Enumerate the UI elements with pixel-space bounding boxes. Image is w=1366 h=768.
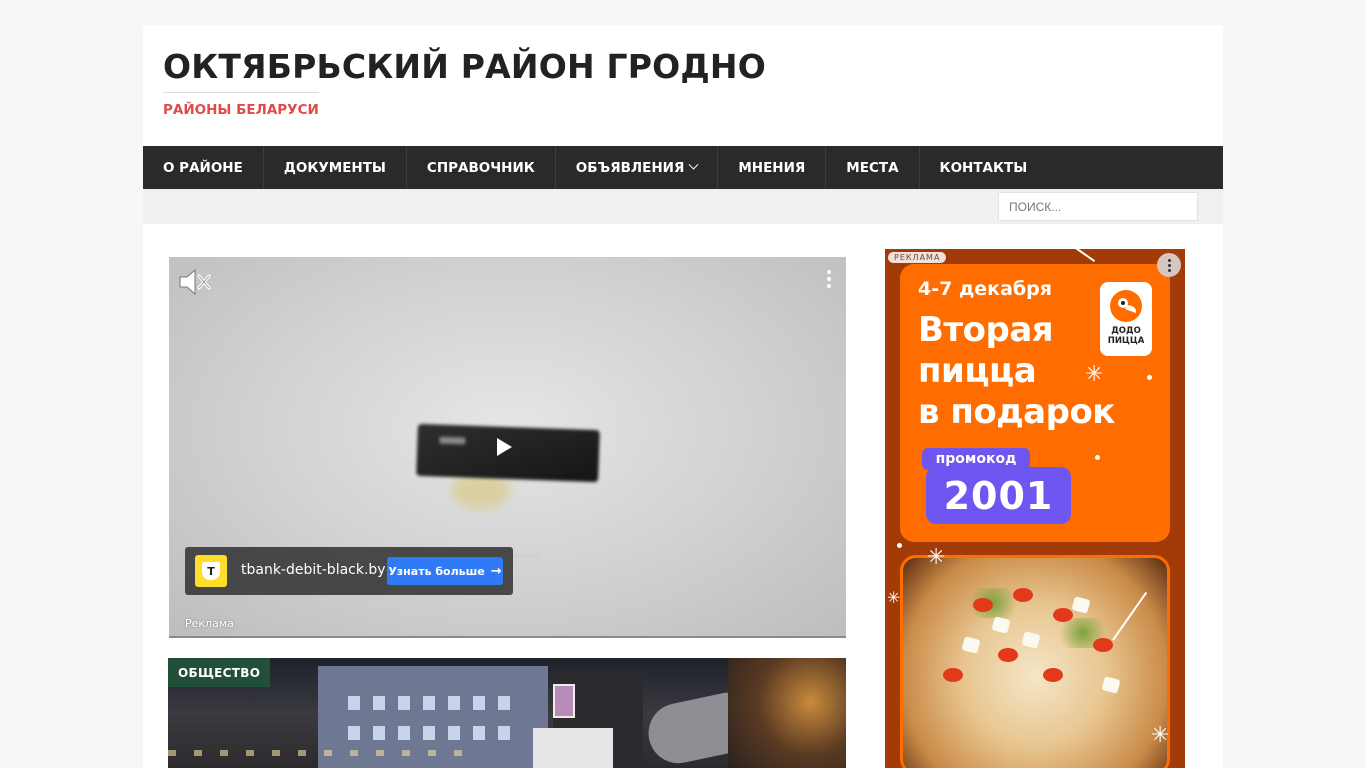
building-window <box>398 696 410 710</box>
play-icon[interactable] <box>497 438 512 456</box>
featured-article[interactable]: ОБЩЕСТВО <box>168 658 846 768</box>
main-nav: О РАЙОНЕ ДОКУМЕНТЫ СПРАВОЧНИК ОБЪЯВЛЕНИЯ… <box>143 146 1223 189</box>
building-window <box>448 696 460 710</box>
dodo-pizza-text: ДОДО ПИЦЦА <box>1100 326 1152 346</box>
dodo-bird-icon <box>1110 290 1142 322</box>
nav-item-ads[interactable]: ОБЪЯВЛЕНИЯ <box>556 146 719 189</box>
pizza-tomato <box>1043 668 1063 682</box>
article-image-billboard <box>553 684 575 718</box>
nav-item-label: СПРАВОЧНИК <box>426 159 535 176</box>
ad-label: Реклама <box>185 617 234 630</box>
dodo-text-line: ДОДО <box>1111 326 1141 336</box>
site-description: РАЙОНЫ БЕЛАРУСИ <box>163 92 319 118</box>
pizza-tomato <box>1093 638 1113 652</box>
promo-code: 2001 <box>926 467 1071 524</box>
pizza-cheese <box>1071 596 1091 614</box>
nav-item-about[interactable]: О РАЙОНЕ <box>143 146 264 189</box>
pizza-cheese <box>1101 676 1121 694</box>
category-badge[interactable]: ОБЩЕСТВО <box>168 658 271 687</box>
nav-item-label: МЕСТА <box>846 159 899 176</box>
nav-item-label: МНЕНИЯ <box>738 159 806 176</box>
pizza-tomato <box>943 668 963 682</box>
pizza-image <box>900 555 1170 768</box>
promo-headline-line: Вторая <box>918 310 1054 350</box>
search-input[interactable] <box>998 192 1198 221</box>
building-window <box>498 696 510 710</box>
snowflake-icon: ✳ <box>1151 723 1170 748</box>
chevron-down-icon <box>688 159 699 170</box>
promo-date: 4-7 декабря <box>918 278 1052 300</box>
dodo-pizza-logo: ДОДО ПИЦЦА <box>1100 282 1152 356</box>
snowflake-icon: ✳ <box>887 588 901 607</box>
pizza-tomato <box>1013 588 1033 602</box>
building-window <box>348 696 360 710</box>
article-image-light <box>728 658 846 768</box>
article-image-truck <box>533 728 613 768</box>
building-window <box>423 696 435 710</box>
site-title[interactable]: ОКТЯБРЬСКИЙ РАЙОН ГРОДНО <box>163 47 766 86</box>
nav-item-label: ОБЪЯВЛЕНИЯ <box>575 159 685 176</box>
nav-item-directory[interactable]: СПРАВОЧНИК <box>407 146 556 189</box>
video-faint-text: · · · · · · <box>515 553 539 560</box>
more-dot <box>1168 264 1171 267</box>
pizza-tomato <box>1053 608 1073 622</box>
nav-item-label: О РАЙОНЕ <box>163 159 243 176</box>
building-window <box>373 696 385 710</box>
promo-card: 4-7 декабря Вторая пицца в подарок ДОДО … <box>900 264 1170 542</box>
site-header: ОКТЯБРЬСКИЙ РАЙОН ГРОДНО РАЙОНЫ БЕЛАРУСИ <box>143 25 1223 146</box>
more-vertical-icon[interactable] <box>1157 253 1181 277</box>
pizza-cheese <box>961 636 981 654</box>
nav-item-contacts[interactable]: КОНТАКТЫ <box>920 146 1048 189</box>
pizza-cheese <box>991 616 1011 634</box>
decor-dot <box>1095 455 1100 460</box>
nav-item-places[interactable]: МЕСТА <box>826 146 920 189</box>
building-window <box>473 726 485 740</box>
video-ad-player[interactable]: · · · · · · T tbank-debit-black.by Узнат… <box>169 257 846 638</box>
video-ad-bar[interactable]: T tbank-debit-black.by Узнать больше → <box>185 547 513 595</box>
more-dot <box>1168 269 1171 272</box>
decor-dot <box>897 543 902 548</box>
ad-domain[interactable]: tbank-debit-black.by <box>241 562 386 578</box>
pizza-tomato <box>998 648 1018 662</box>
nav-item-opinions[interactable]: МНЕНИЯ <box>718 146 827 189</box>
decor-dot <box>1147 375 1152 380</box>
page-container: ОКТЯБРЬСКИЙ РАЙОН ГРОДНО РАЙОНЫ БЕЛАРУСИ… <box>143 25 1223 768</box>
decor-branch <box>1069 249 1096 263</box>
tbank-logo: T <box>195 555 227 587</box>
learn-more-button[interactable]: Узнать больше → <box>387 557 503 585</box>
building-window <box>473 696 485 710</box>
pizza-tomato <box>973 598 993 612</box>
snowflake-icon: ✳ <box>1085 362 1104 387</box>
arrow-right-icon: → <box>490 563 502 579</box>
card-chip <box>439 436 466 445</box>
promo-headline-line: в подарок <box>918 392 1115 432</box>
sub-header-bar <box>143 189 1223 224</box>
nav-item-documents[interactable]: ДОКУМЕНТЫ <box>264 146 407 189</box>
dodo-bird-shape <box>1118 298 1137 313</box>
pizza-cheese <box>1021 631 1041 649</box>
sidebar-ad-banner[interactable]: 4-7 декабря Вторая пицца в подарок ДОДО … <box>885 249 1185 768</box>
dodo-text-line: ПИЦЦА <box>1107 336 1145 346</box>
more-vertical-icon[interactable] <box>826 269 832 289</box>
mute-icon[interactable] <box>177 267 213 297</box>
article-image-traffic-lights <box>168 738 468 768</box>
nav-item-label: КОНТАКТЫ <box>939 159 1028 176</box>
learn-more-label: Узнать больше <box>388 564 485 578</box>
tbank-logo-letter: T <box>202 562 220 580</box>
ad-tag: РЕКЛАМА <box>888 252 947 263</box>
building-window <box>498 726 510 740</box>
video-progress-bar[interactable] <box>169 636 846 638</box>
snowflake-icon: ✳ <box>927 545 946 570</box>
nav-item-label: ДОКУМЕНТЫ <box>283 159 386 176</box>
more-dot <box>1168 259 1171 262</box>
